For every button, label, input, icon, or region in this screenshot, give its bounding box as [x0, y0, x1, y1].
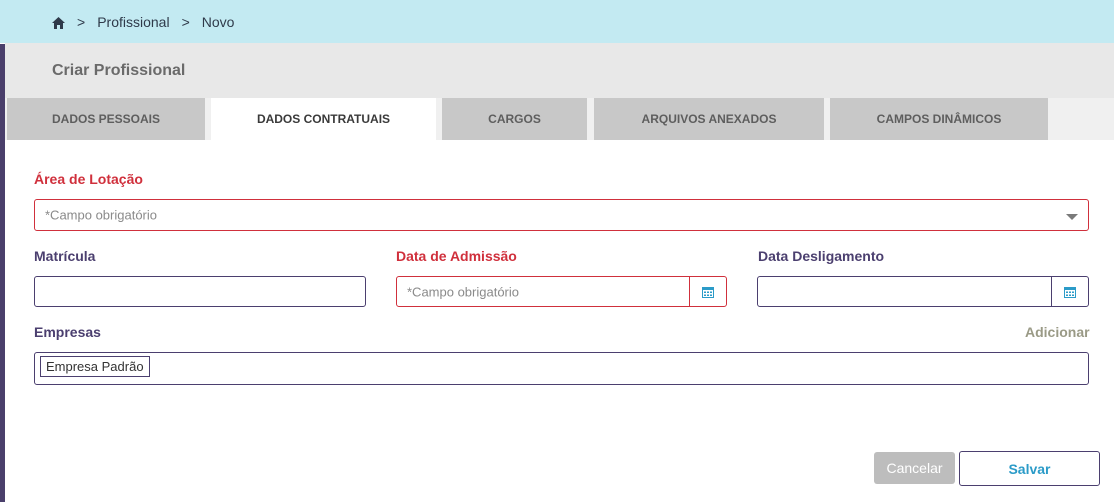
breadcrumb: > Profissional > Novo [0, 0, 1114, 43]
page-title-bar: Criar Profissional [5, 43, 1114, 98]
tab-campos-dinamicos[interactable]: CAMPOS DINÂMICOS [830, 98, 1048, 140]
breadcrumb-item-novo: Novo [201, 13, 235, 30]
matricula-label: Matrícula [34, 248, 96, 264]
data-admissao-label: Data de Admissão [396, 248, 517, 264]
calendar-icon[interactable] [689, 277, 726, 306]
tab-dados-contratuais[interactable]: DADOS CONTRATUAIS [211, 98, 436, 140]
tab-cargos[interactable]: CARGOS [442, 98, 587, 140]
area-lotacao-placeholder: *Campo obrigatório [45, 207, 158, 223]
tab-bar: DADOS PESSOAIS DADOS CONTRATUAIS CARGOS … [5, 98, 1114, 140]
data-admissao-placeholder: *Campo obrigatório [407, 284, 520, 299]
data-admissao-input[interactable]: *Campo obrigatório [396, 276, 727, 307]
breadcrumb-separator: > [77, 13, 86, 30]
data-desligamento-input[interactable] [757, 276, 1089, 307]
breadcrumb-separator: > [181, 13, 190, 30]
area-lotacao-select[interactable]: *Campo obrigatório [34, 199, 1089, 231]
empresa-chip[interactable]: Empresa Padrão [40, 356, 150, 377]
cancel-button[interactable]: Cancelar [874, 452, 955, 484]
data-desligamento-label: Data Desligamento [758, 248, 885, 264]
tab-dados-pessoais[interactable]: DADOS PESSOAIS [7, 98, 205, 140]
save-button[interactable]: Salvar [959, 451, 1100, 486]
empresas-label: Empresas [34, 324, 101, 340]
adicionar-empresa-link[interactable]: Adicionar [1025, 324, 1090, 340]
breadcrumb-item-profissional[interactable]: Profissional [97, 14, 169, 30]
home-icon[interactable] [52, 16, 65, 29]
chevron-down-icon [1066, 214, 1078, 220]
tab-arquivos-anexados[interactable]: ARQUIVOS ANEXADOS [594, 98, 824, 140]
area-lotacao-label: Área de Lotação [34, 171, 143, 187]
page-title: Criar Profissional [52, 61, 186, 79]
calendar-icon[interactable] [1051, 277, 1088, 306]
empresas-field[interactable]: Empresa Padrão [34, 352, 1089, 385]
matricula-input[interactable] [34, 276, 366, 307]
